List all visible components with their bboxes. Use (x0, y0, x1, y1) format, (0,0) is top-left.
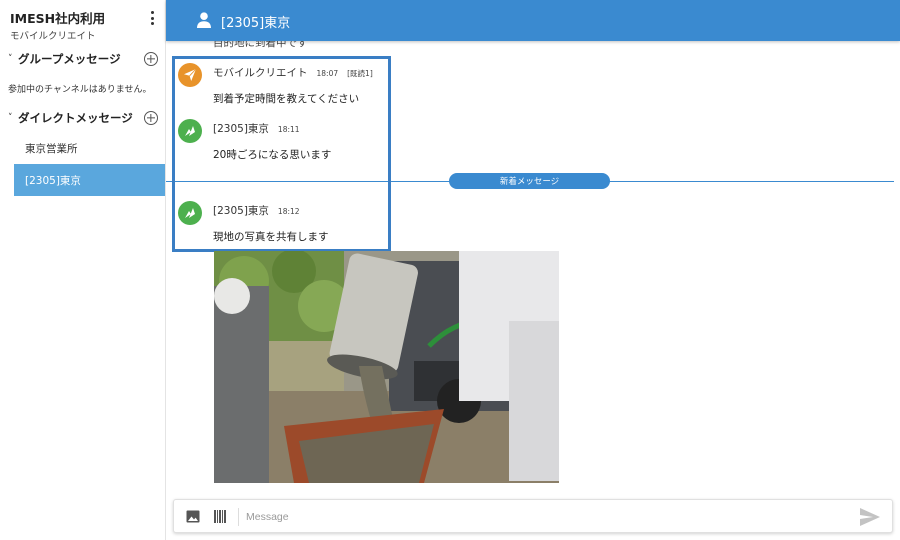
composer-divider (238, 508, 239, 526)
send-icon[interactable] (860, 508, 880, 526)
new-messages-badge: 新着メッセージ (449, 173, 610, 189)
chevron-down-icon: ˅ (8, 54, 13, 64)
dm-item-tokyo-office[interactable]: 東京営業所 (14, 132, 165, 164)
message-list[interactable]: 目的地に到着中です モバイルクリエイト 18:07 [既読1] 到着予定時間を教… (166, 41, 900, 540)
truncated-message: 目的地に到着中です (213, 41, 308, 49)
photo-attachment[interactable] (214, 251, 559, 483)
conversation-header: [2305]東京 (166, 0, 900, 41)
group-message-label: グループメッセージ (18, 52, 121, 66)
add-direct-icon[interactable] (144, 111, 158, 125)
selection-highlight (172, 56, 391, 252)
message-composer (173, 499, 893, 533)
app-title: IMESH社内利用 (10, 11, 106, 26)
conversation-title: [2305]東京 (221, 16, 291, 31)
no-channels-text: 参加中のチャンネルはありません。 (8, 85, 152, 95)
dm-item-label: [2305]東京 (25, 174, 81, 187)
org-name: モバイルクリエイト (10, 31, 96, 42)
barcode-icon[interactable] (214, 510, 226, 523)
chevron-down-icon: ˅ (8, 113, 13, 123)
person-icon (197, 12, 211, 28)
message-input[interactable] (246, 507, 836, 527)
direct-message-section[interactable]: ˅ ダイレクトメッセージ (8, 108, 158, 128)
add-group-icon[interactable] (144, 52, 158, 66)
dm-item-label: 東京営業所 (25, 142, 78, 155)
direct-message-label: ダイレクトメッセージ (18, 111, 133, 125)
image-icon[interactable] (186, 510, 200, 523)
brand: IMESH社内利用 モバイルクリエイト (10, 8, 105, 42)
sidebar: IMESH社内利用 モバイルクリエイト ˅ グループメッセージ 参加中のチャンネ… (0, 0, 166, 540)
more-vert-icon[interactable] (146, 9, 158, 27)
dm-item-2305-tokyo[interactable]: [2305]東京 (14, 164, 165, 196)
group-message-section[interactable]: ˅ グループメッセージ (8, 49, 158, 69)
